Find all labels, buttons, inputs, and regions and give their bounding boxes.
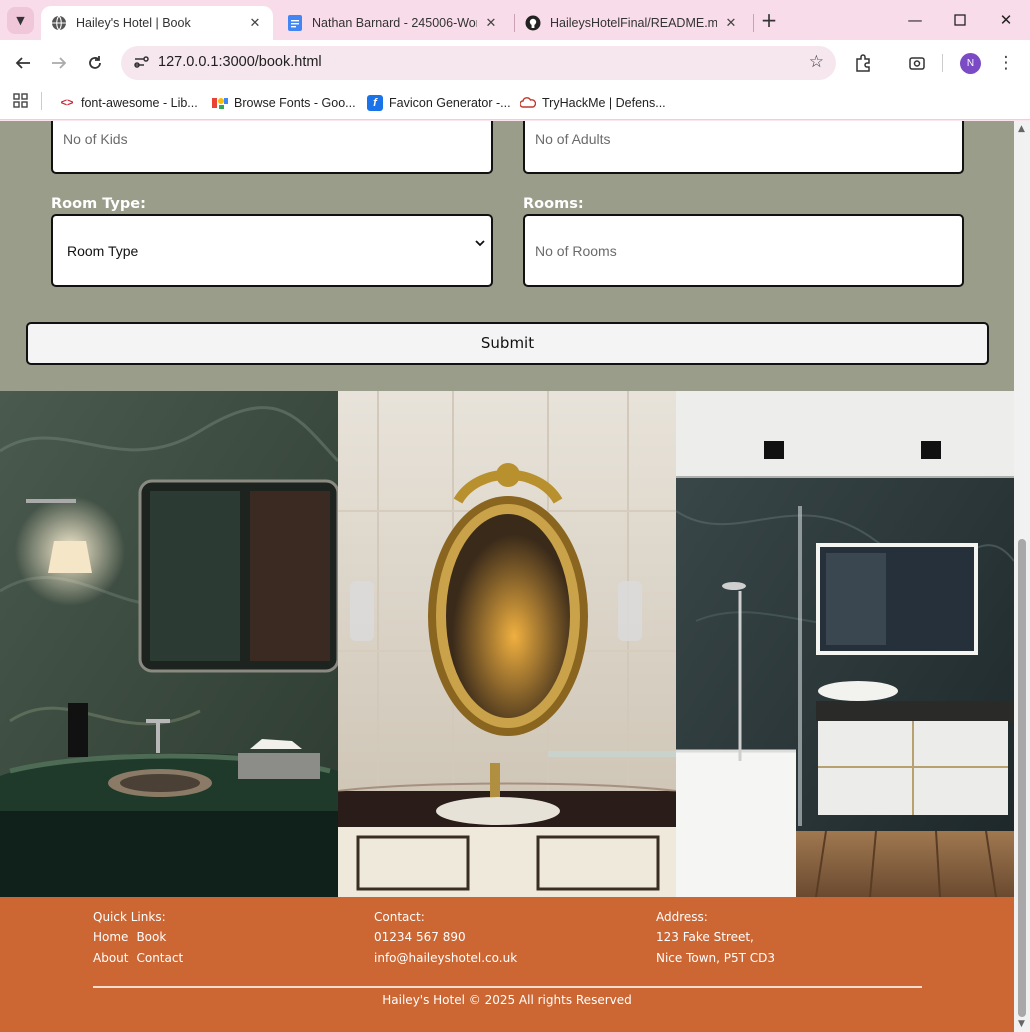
copyright-text: Hailey's Hotel © 2025 All rights Reserve… bbox=[382, 993, 632, 1007]
bathroom-gallery bbox=[0, 391, 1014, 897]
address-bar[interactable]: 127.0.0.1:3000/book.html ☆ bbox=[121, 46, 836, 80]
tab-strip: ▼ Hailey's Hotel | Book ✕ Nathan Barnard… bbox=[0, 0, 1030, 40]
toolbar-divider bbox=[942, 54, 943, 72]
gold-mirror-bathroom-photo bbox=[338, 391, 676, 897]
tab-title: Hailey's Hotel | Book bbox=[76, 16, 191, 30]
close-icon[interactable]: ✕ bbox=[483, 16, 499, 31]
bookmark-label: font-awesome - Lib... bbox=[81, 96, 198, 110]
address-heading: Address: bbox=[656, 910, 708, 924]
address-line-2: Nice Town, P5T CD3 bbox=[656, 951, 776, 965]
close-window-button[interactable]: ✕ bbox=[994, 8, 1018, 32]
kids-placeholder: No of Kids bbox=[63, 131, 128, 147]
modern-bathroom-photo bbox=[676, 391, 1014, 897]
reload-icon[interactable] bbox=[83, 51, 107, 75]
bookmark-browse-fonts[interactable]: Browse Fonts - Goo... bbox=[212, 93, 356, 113]
address-line-1: 123 Fake Street, bbox=[656, 930, 754, 944]
chevron-down-icon: ▼ bbox=[16, 14, 25, 27]
google-lens-icon[interactable] bbox=[905, 51, 929, 75]
globe-icon bbox=[51, 15, 67, 31]
tab-github-readme[interactable]: HaileysHotelFinal/README.md ✕ bbox=[515, 6, 749, 40]
rooms-placeholder: No of Rooms bbox=[535, 243, 617, 259]
rooms-input[interactable]: No of Rooms bbox=[523, 214, 964, 287]
scroll-down-arrow-icon[interactable]: ▼ bbox=[1018, 1019, 1025, 1029]
bookmark-label: Favicon Generator -... bbox=[389, 96, 511, 110]
bookmark-favicon-generator[interactable]: f Favicon Generator -... bbox=[367, 93, 511, 113]
bookmark-star-icon[interactable]: ☆ bbox=[809, 52, 824, 72]
page-viewport: No of Kids No of Adults Room Type: Rooms… bbox=[0, 121, 1014, 1032]
back-arrow-icon[interactable] bbox=[11, 51, 35, 75]
footer-link-book[interactable]: Book bbox=[136, 930, 166, 944]
room-type-selected: Room Type bbox=[67, 243, 139, 259]
quick-links-heading: Quick Links: bbox=[93, 910, 166, 924]
chevron-down-icon bbox=[475, 238, 485, 250]
kids-input[interactable]: No of Kids bbox=[51, 121, 493, 174]
address-column: Address: 123 Fake Street, Nice Town, P5T… bbox=[656, 910, 775, 972]
site-info-icon[interactable] bbox=[131, 53, 151, 73]
tab-google-doc[interactable]: Nathan Barnard - 245006-Work ✕ bbox=[277, 6, 509, 40]
apps-grid-icon[interactable] bbox=[12, 92, 30, 110]
footer-link-contact[interactable]: Contact bbox=[136, 951, 183, 965]
scroll-thumb[interactable] bbox=[1018, 539, 1026, 1017]
favicon-generator-icon: f bbox=[367, 95, 383, 111]
minimize-button[interactable]: — bbox=[903, 8, 927, 32]
footer-link-about[interactable]: About bbox=[93, 951, 128, 965]
maximize-button[interactable] bbox=[948, 8, 972, 32]
tab-separator bbox=[753, 14, 754, 32]
bookmarks-divider bbox=[41, 92, 42, 110]
bookmark-tryhackme[interactable]: TryHackMe | Defens... bbox=[520, 93, 666, 113]
bookmarks-bar: <> font-awesome - Lib... Browse Fonts - … bbox=[0, 86, 1030, 120]
green-bathroom-photo bbox=[0, 391, 338, 897]
new-tab-button[interactable]: + bbox=[758, 9, 780, 31]
close-icon[interactable]: ✕ bbox=[247, 16, 263, 31]
phone-number: 01234 567 890 bbox=[374, 930, 466, 944]
submit-button[interactable]: Submit bbox=[26, 322, 989, 365]
quick-links-column: Quick Links: Home Book About Contact bbox=[93, 910, 191, 972]
room-type-select[interactable]: Room Type bbox=[51, 214, 493, 287]
rooms-label: Rooms: bbox=[523, 196, 584, 212]
tryhackme-icon bbox=[520, 95, 536, 111]
tab-hotel-book[interactable]: Hailey's Hotel | Book ✕ bbox=[41, 6, 273, 40]
google-fonts-icon bbox=[212, 95, 228, 111]
bookmark-font-awesome[interactable]: <> font-awesome - Lib... bbox=[59, 93, 198, 113]
adults-placeholder: No of Adults bbox=[535, 131, 611, 147]
profile-avatar[interactable]: N bbox=[960, 53, 981, 74]
booking-form: No of Kids No of Adults Room Type: Rooms… bbox=[0, 121, 1014, 391]
google-docs-icon bbox=[287, 15, 303, 31]
bookmark-label: TryHackMe | Defens... bbox=[542, 96, 666, 110]
github-icon bbox=[525, 15, 541, 31]
tab-search-button[interactable]: ▼ bbox=[7, 7, 34, 34]
adults-input[interactable]: No of Adults bbox=[523, 121, 964, 174]
bookmark-label: Browse Fonts - Goo... bbox=[234, 96, 356, 110]
forward-arrow-icon[interactable] bbox=[47, 51, 71, 75]
url-text: 127.0.0.1:3000/book.html bbox=[158, 54, 322, 70]
site-footer: Quick Links: Home Book About Contact Conta… bbox=[0, 897, 1014, 1032]
page-scrollbar[interactable]: ▲ ▼ bbox=[1014, 121, 1030, 1032]
scroll-up-arrow-icon[interactable]: ▲ bbox=[1018, 124, 1025, 134]
contact-column: Contact: 01234 567 890 info@haileyshotel… bbox=[374, 910, 517, 972]
contact-heading: Contact: bbox=[374, 910, 425, 924]
tab-title: Nathan Barnard - 245006-Work bbox=[312, 16, 477, 30]
tab-title: HaileysHotelFinal/README.md bbox=[550, 16, 717, 30]
room-type-label: Room Type: bbox=[51, 196, 146, 212]
browser-toolbar: 127.0.0.1:3000/book.html ☆ ⋮ bbox=[0, 40, 1030, 86]
close-icon[interactable]: ✕ bbox=[723, 16, 739, 31]
extensions-icon[interactable] bbox=[851, 51, 875, 75]
footer-divider bbox=[93, 986, 922, 988]
footer-link-home[interactable]: Home bbox=[93, 930, 128, 944]
email-address[interactable]: info@haileyshotel.co.uk bbox=[374, 951, 517, 966]
code-icon: <> bbox=[60, 97, 74, 109]
menu-kebab-icon[interactable]: ⋮ bbox=[994, 51, 1018, 75]
